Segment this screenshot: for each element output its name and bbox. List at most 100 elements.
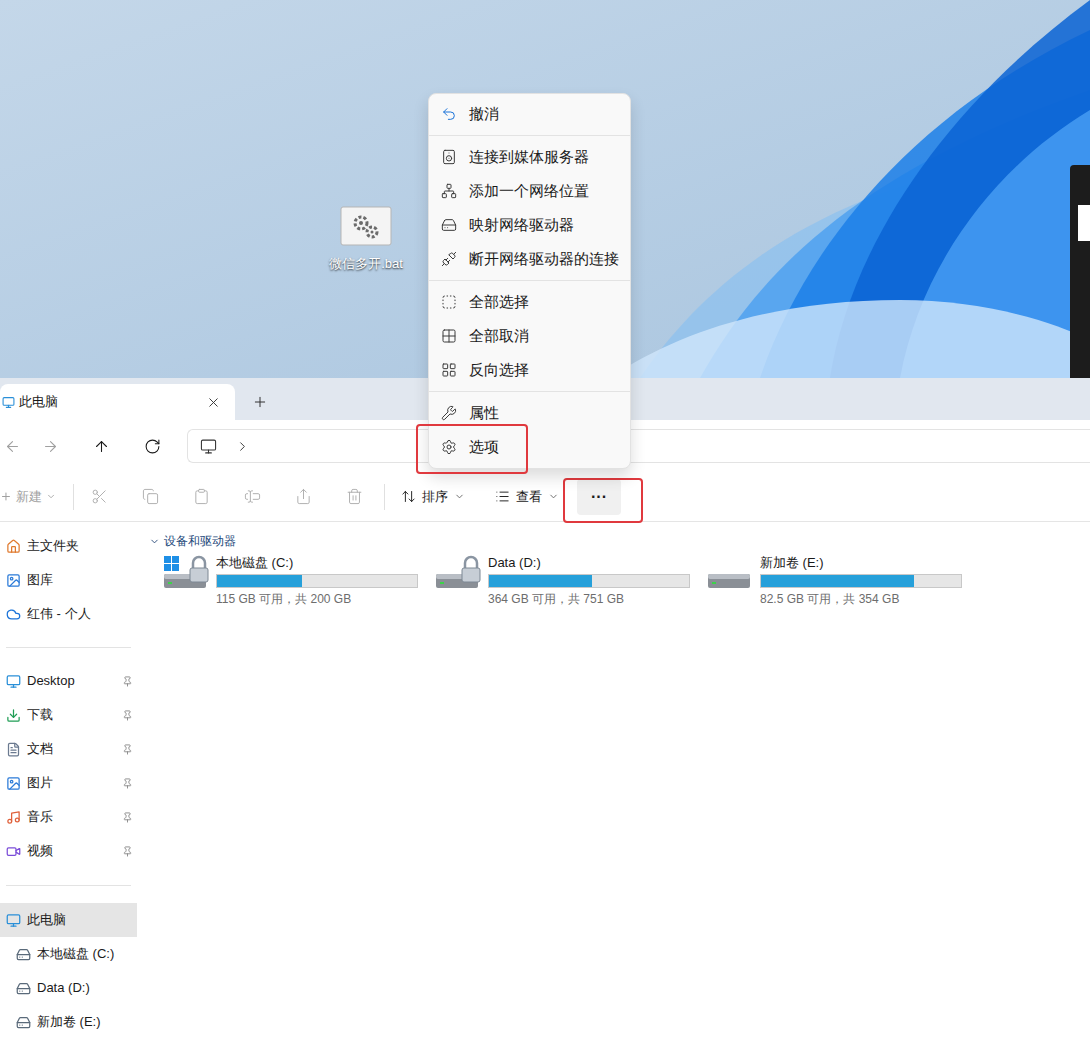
sidebar-label: 图库 xyxy=(27,570,133,590)
highlight-box xyxy=(563,478,643,523)
drive-icon xyxy=(434,554,482,594)
back-icon xyxy=(4,438,21,455)
menu-item[interactable]: 连接到媒体服务器 xyxy=(429,140,630,174)
sidebar-label: 本地磁盘 (C:) xyxy=(37,944,133,964)
sidebar-item[interactable]: 此电脑 xyxy=(0,903,137,937)
network-location-icon xyxy=(441,183,457,199)
drive-free-space: 82.5 GB 可用，共 354 GB xyxy=(760,590,962,608)
sort-label: 排序 xyxy=(422,487,448,507)
pin-icon xyxy=(122,812,133,823)
toolbar: 新建 排序 查看 ··· xyxy=(0,472,1090,522)
drive-icon xyxy=(706,554,754,594)
gallery-icon xyxy=(6,573,21,588)
new-label: 新建 xyxy=(16,487,42,507)
video-icon xyxy=(6,844,21,859)
menu-item-label: 选项 xyxy=(469,436,499,459)
desktop-icon-item[interactable]: 微信多开.bat xyxy=(318,206,414,274)
chevron-icon xyxy=(454,491,465,502)
close-icon[interactable] xyxy=(206,395,221,410)
sidebar-item[interactable]: 新加卷 (E:) xyxy=(0,1005,137,1039)
computer-icon xyxy=(6,913,21,928)
drive-tile[interactable]: 新加卷 (E:)82.5 GB 可用，共 354 GB xyxy=(693,554,965,608)
section-title: 设备和驱动器 xyxy=(164,532,236,550)
up-icon xyxy=(93,438,110,455)
select-all-icon xyxy=(441,294,457,310)
sidebar-label: 新加卷 (E:) xyxy=(37,1012,133,1032)
sidebar-item[interactable]: 本地磁盘 (C:) xyxy=(0,937,137,971)
sidebar-item[interactable]: 图库 xyxy=(0,563,137,597)
sidebar-label: 图片 xyxy=(27,773,116,793)
menu-item-label: 映射网络驱动器 xyxy=(469,214,574,237)
menu-item-label: 添加一个网络位置 xyxy=(469,180,589,203)
sidebar-item[interactable]: 视频 xyxy=(0,834,137,868)
menu-item[interactable]: 全部取消 xyxy=(429,319,630,353)
disconnect-icon xyxy=(441,251,457,267)
drive-usage-bar xyxy=(216,574,418,588)
address-bar[interactable] xyxy=(187,429,1090,463)
drive-usage-bar xyxy=(488,574,690,588)
view-button[interactable]: 查看 xyxy=(491,479,563,515)
sidebar-item[interactable]: 下载 xyxy=(0,698,137,732)
delete-icon xyxy=(346,488,363,505)
toolbar-action-button[interactable] xyxy=(176,479,227,515)
refresh-button[interactable] xyxy=(127,428,178,464)
menu-item[interactable]: 断开网络驱动器的连接 xyxy=(429,242,630,276)
menu-item[interactable]: 全部选择 xyxy=(429,285,630,319)
copy-icon xyxy=(142,488,159,505)
forward-button[interactable] xyxy=(25,428,76,464)
menu-separator xyxy=(429,280,630,281)
sidebar-label: 视频 xyxy=(27,841,116,861)
gear-icon xyxy=(441,439,457,455)
computer-icon xyxy=(2,396,15,409)
new-tab-button[interactable] xyxy=(235,384,285,420)
back-button[interactable] xyxy=(0,428,25,464)
content-pane: 设备和驱动器本地磁盘 (C:)115 GB 可用，共 200 GB Data (D… xyxy=(137,522,1090,1042)
map-drive-icon xyxy=(441,217,457,233)
menu-item[interactable]: 选项 xyxy=(429,430,630,464)
menu-item[interactable]: 撤消 xyxy=(429,97,630,131)
sidebar-label: 音乐 xyxy=(27,807,116,827)
sidebar-item[interactable]: Data (D:) xyxy=(0,971,137,1005)
toolbar-action-button[interactable] xyxy=(278,479,329,515)
toolbar-action-button[interactable] xyxy=(329,479,380,515)
tab[interactable]: 此电脑 xyxy=(0,384,235,420)
up-button[interactable] xyxy=(76,428,127,464)
menu-item[interactable]: 映射网络驱动器 xyxy=(429,208,630,242)
sidebar-item[interactable]: Desktop xyxy=(0,664,137,698)
sort-icon xyxy=(401,489,416,504)
toolbar-action-button[interactable] xyxy=(227,479,278,515)
drive-tile[interactable]: 本地磁盘 (C:)115 GB 可用，共 200 GB xyxy=(149,554,421,608)
sidebar-item[interactable]: 文档 xyxy=(0,732,137,766)
sidebar-item[interactable]: 图片 xyxy=(0,766,137,800)
batch-file-icon xyxy=(340,206,392,246)
sidebar-item[interactable]: 音乐 xyxy=(0,800,137,834)
media-server-icon xyxy=(441,149,457,165)
drive-tile[interactable]: Data (D:)364 GB 可用，共 751 GB xyxy=(421,554,693,608)
sort-button[interactable]: 排序 xyxy=(397,479,469,515)
drive-info: Data (D:)364 GB 可用，共 751 GB xyxy=(488,554,690,608)
menu-item[interactable]: 添加一个网络位置 xyxy=(429,174,630,208)
menu-item-label: 撤消 xyxy=(469,103,499,126)
menu-item[interactable]: 属性 xyxy=(429,396,630,430)
plus-icon xyxy=(0,490,12,503)
toolbar-action-button[interactable] xyxy=(125,479,176,515)
drive-usage-fill xyxy=(217,575,302,587)
pin-icon xyxy=(122,846,133,857)
highlight-box xyxy=(416,424,528,474)
section-header[interactable]: 设备和驱动器 xyxy=(149,531,1090,551)
sidebar-item[interactable]: 红伟 - 个人 xyxy=(0,597,137,631)
chevron-icon[interactable] xyxy=(235,439,250,454)
drive-icon xyxy=(162,554,210,594)
toolbar-action-button[interactable] xyxy=(74,479,125,515)
menu-item[interactable]: 反向选择 xyxy=(429,353,630,387)
forward-icon xyxy=(42,438,59,455)
sidebar-item[interactable]: 主文件夹 xyxy=(0,529,137,563)
menu-group: 全部选择全部取消反向选择 xyxy=(429,276,630,387)
desktop-icon-label: 微信多开.bat xyxy=(329,254,403,274)
chevron-icon xyxy=(149,536,160,547)
new-button[interactable]: 新建 xyxy=(0,479,64,515)
paste-icon xyxy=(193,488,210,505)
drive-free-space: 364 GB 可用，共 751 GB xyxy=(488,590,690,608)
sidebar: 主文件夹图库红伟 - 个人 Desktop下载文档图片音乐视频此电脑本地磁盘 (C… xyxy=(0,522,137,1042)
more-button[interactable]: ··· xyxy=(577,479,621,515)
